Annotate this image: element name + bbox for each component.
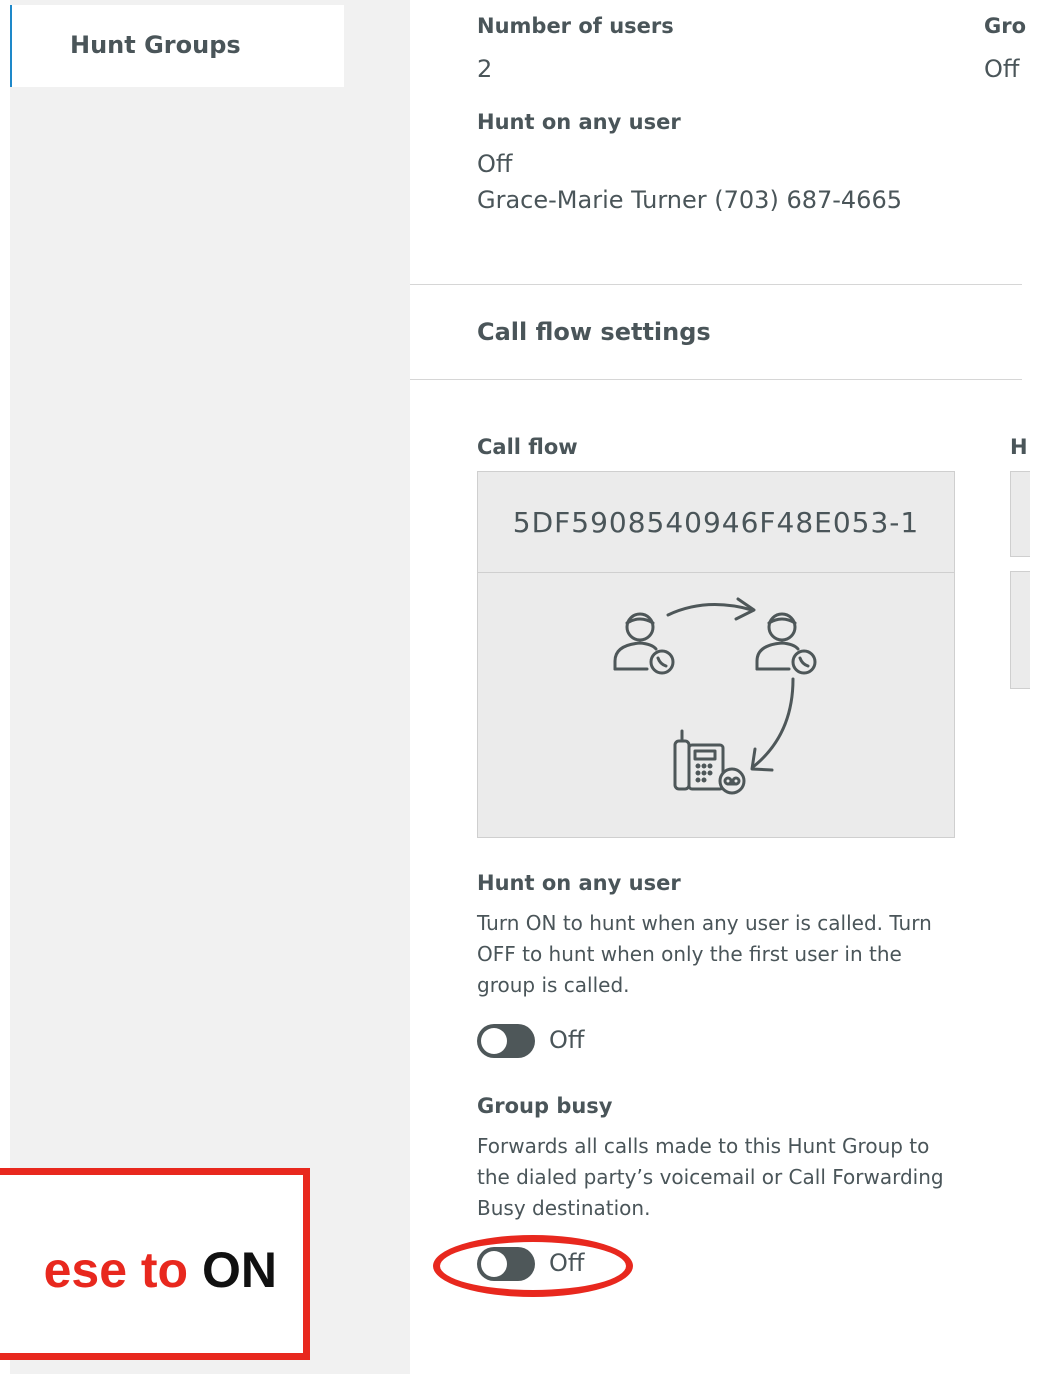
annotation-text: ese to ON <box>0 1241 277 1299</box>
call-flow-card[interactable]: 5DF5908540946F48E053-1 <box>477 471 955 838</box>
side-column-label: H <box>1010 435 1028 459</box>
highlight-ellipse <box>433 1235 633 1297</box>
hunt-any-summary-value: Off <box>477 150 513 178</box>
divider <box>410 284 1022 285</box>
annotation-text-black: ON <box>202 1242 277 1298</box>
annotation-text-red: ese to <box>43 1242 202 1298</box>
arrow-icon <box>750 677 795 772</box>
user-phone-icon <box>755 612 817 675</box>
hunt-any-toggle[interactable] <box>477 1024 535 1058</box>
annotation-callout: ese to ON <box>0 1168 310 1360</box>
group-busy-description: Forwards all calls made to this Hunt Gro… <box>477 1134 944 1220</box>
side-card <box>1010 571 1030 689</box>
hunt-any-label: Hunt on any user <box>477 871 681 895</box>
hunt-any-description: Turn ON to hunt when any user is called.… <box>477 911 932 997</box>
call-flow-diagram <box>613 597 817 795</box>
sidebar-item-hunt-groups[interactable]: Hunt Groups <box>10 5 344 87</box>
sidebar-item-label: Hunt Groups <box>70 31 241 59</box>
number-of-users-value: 2 <box>477 55 493 83</box>
main-panel: Number of users 2 Gro Off Hunt on any us… <box>410 0 1038 1374</box>
group-busy-summary-value: Off <box>984 55 1020 83</box>
call-flow-card-header: 5DF5908540946F48E053-1 <box>478 472 954 573</box>
number-of-users-label: Number of users <box>477 14 674 38</box>
arrow-icon <box>666 597 756 621</box>
section-title: Call flow settings <box>477 318 711 346</box>
divider <box>410 379 1022 380</box>
group-busy-label: Group busy <box>477 1094 613 1118</box>
group-busy-summary-label: Gro <box>984 14 1027 38</box>
call-flow-id: 5DF5908540946F48E053-1 <box>512 506 920 539</box>
hunt-any-summary-label: Hunt on any user <box>477 110 681 134</box>
call-flow-label: Call flow <box>477 435 578 459</box>
hunt-any-state: Off <box>549 1026 585 1054</box>
desk-phone-voicemail-icon <box>673 729 746 795</box>
user-phone-icon <box>613 612 675 675</box>
side-card <box>1010 471 1030 557</box>
toggle-knob <box>481 1028 507 1054</box>
hunt-any-summary-user: Grace-Marie Turner (703) 687-4665 <box>477 186 902 214</box>
